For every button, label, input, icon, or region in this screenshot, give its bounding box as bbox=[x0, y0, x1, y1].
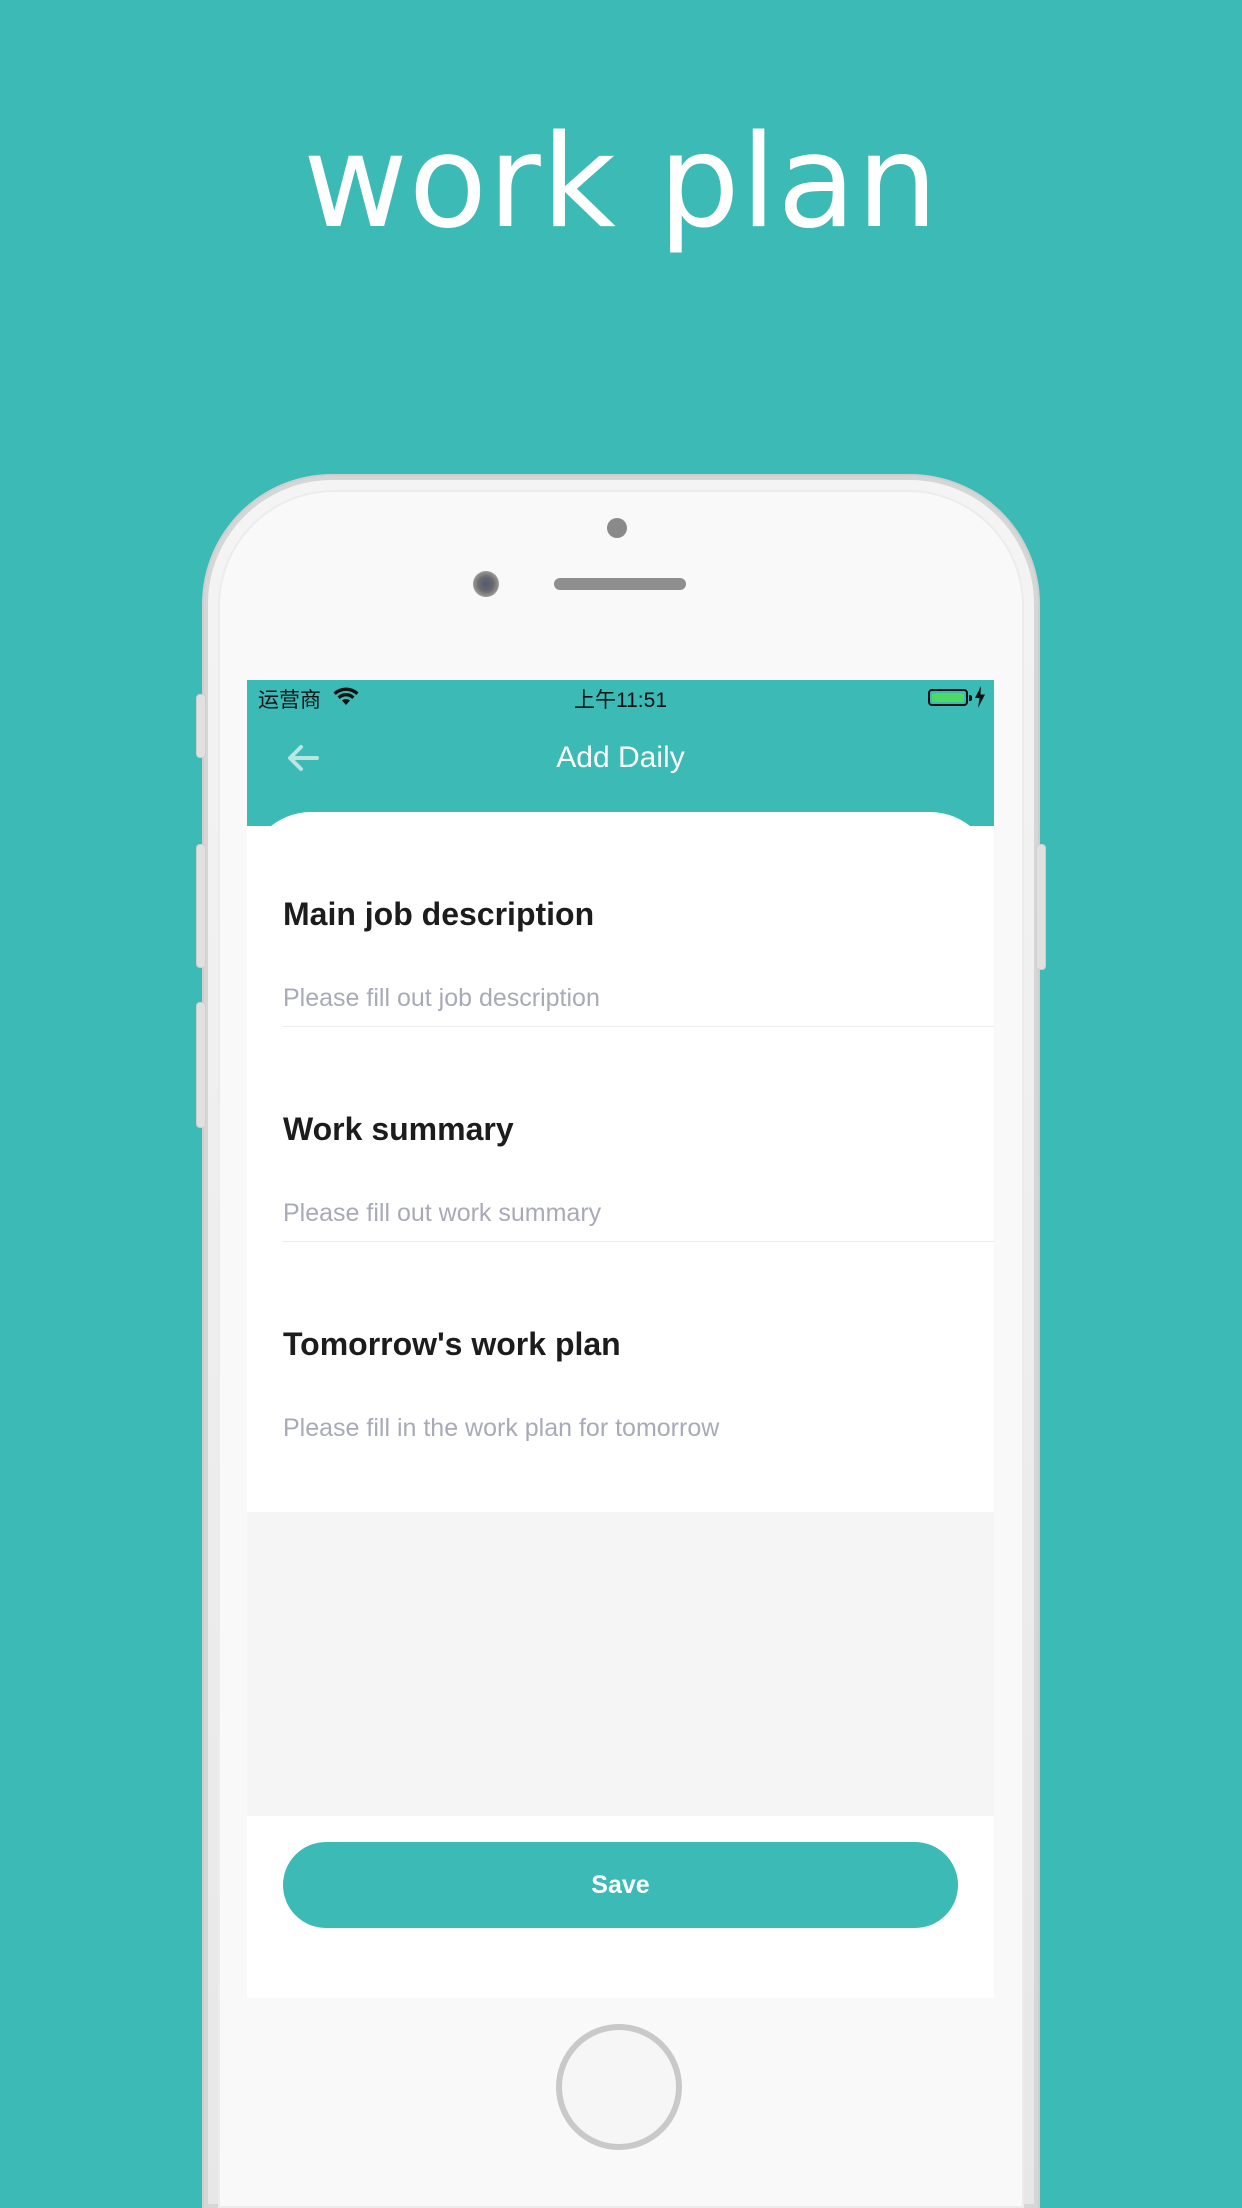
section-tomorrow-plan: Tomorrow's work plan bbox=[283, 1242, 994, 1457]
empty-area bbox=[247, 1512, 994, 1816]
page-title: Add Daily bbox=[556, 741, 685, 774]
tomorrow-plan-input[interactable] bbox=[283, 1408, 963, 1448]
power-button bbox=[1036, 844, 1046, 970]
battery-icon bbox=[928, 689, 972, 706]
job-description-input[interactable] bbox=[283, 978, 963, 1018]
navigation-bar: Add Daily bbox=[247, 716, 994, 826]
footer: Save bbox=[247, 1816, 994, 1998]
section-job-description: Main job description bbox=[283, 812, 994, 1027]
headline: work plan bbox=[303, 108, 939, 257]
battery-level bbox=[932, 693, 964, 702]
volume-up-button bbox=[196, 844, 206, 968]
work-summary-input[interactable] bbox=[283, 1193, 963, 1233]
status-bar: 运营商 上午11:51 bbox=[247, 680, 994, 716]
bolt-icon bbox=[975, 686, 985, 708]
proximity-sensor bbox=[607, 518, 627, 538]
front-camera bbox=[473, 571, 499, 597]
save-button[interactable]: Save bbox=[283, 1842, 958, 1928]
section-work-summary: Work summary bbox=[283, 1027, 994, 1242]
home-button bbox=[556, 2024, 682, 2150]
volume-down-button bbox=[196, 1002, 206, 1128]
section-title: Work summary bbox=[283, 1111, 514, 1147]
status-time: 上午11:51 bbox=[574, 689, 667, 712]
form-card: Main job description Work summary Tomorr… bbox=[247, 812, 994, 1506]
section-title: Tomorrow's work plan bbox=[283, 1326, 621, 1362]
app-screen: 运营商 上午11:51 Add Daily Main job descripti… bbox=[247, 680, 994, 1998]
earpiece-speaker bbox=[554, 578, 686, 590]
silent-switch bbox=[196, 694, 206, 758]
section-title: Main job description bbox=[283, 896, 595, 932]
battery-cap bbox=[969, 695, 972, 701]
